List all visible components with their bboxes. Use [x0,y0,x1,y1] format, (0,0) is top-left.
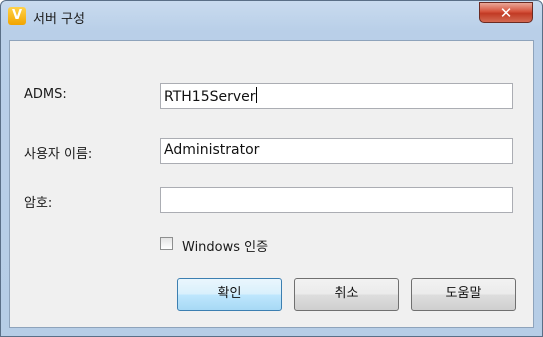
server-config-dialog: V 서버 구성 ✕ ADMS: RTH15Server 사용자 이름: Admi… [0,0,543,337]
username-input[interactable]: Administrator [160,138,513,164]
password-input[interactable] [160,187,513,213]
window-title: 서버 구성 [33,12,85,27]
adms-label: ADMS: [24,87,67,102]
cancel-button[interactable]: 취소 [294,278,399,311]
adms-value: RTH15Server [164,89,256,105]
username-value: Administrator [164,142,260,158]
adms-input[interactable]: RTH15Server [160,83,513,109]
title-bar[interactable]: V 서버 구성 ✕ [1,1,542,33]
app-logo-icon: V [8,7,26,25]
username-label: 사용자 이름: [24,147,93,162]
close-icon[interactable]: ✕ [479,2,533,23]
ok-button[interactable]: 확인 [177,278,282,311]
windows-auth-checkbox[interactable] [160,237,173,250]
password-label: 암호: [24,196,53,211]
help-button[interactable]: 도움말 [411,278,516,311]
dialog-body: ADMS: RTH15Server 사용자 이름: Administrator … [9,40,534,328]
text-caret [255,87,257,103]
windows-auth-label[interactable]: Windows 인증 [182,236,268,255]
